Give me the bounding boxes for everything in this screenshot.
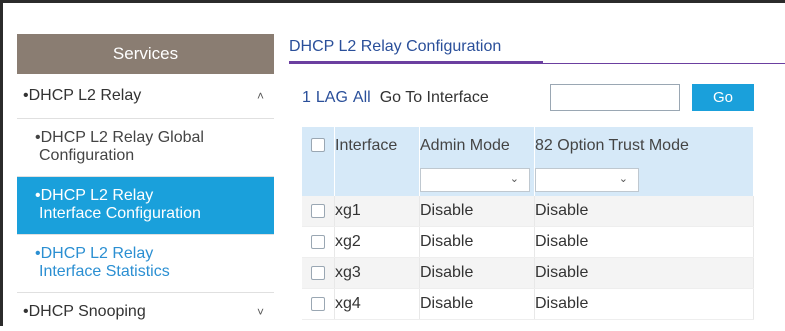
cell-interface: xg1	[334, 196, 420, 227]
column-header-trust-mode[interactable]: 82 Option Trust Mode	[534, 127, 754, 164]
table-header-row: Interface Admin Mode 82 Option Trust Mod…	[302, 127, 754, 164]
row-checkbox[interactable]	[311, 203, 325, 218]
cell-admin-mode: Disable	[419, 226, 535, 258]
sidebar-item-label-line2: Interface Configuration	[39, 205, 201, 222]
sidebar-item-label-line2: Interface Statistics	[39, 263, 170, 280]
sidebar-item-interface-statistics[interactable]: •DHCP L2 Relay Interface Statistics	[17, 235, 274, 293]
table-row[interactable]: xg4 Disable Disable	[302, 288, 754, 320]
goto-interface-label: Go To Interface	[379, 89, 489, 106]
goto-interface-input[interactable]	[550, 84, 680, 111]
chevron-down-icon[interactable]: ˅	[257, 305, 264, 319]
sidebar-item-dhcp-l2-relay[interactable]: •DHCP L2 Relay ˄	[17, 74, 274, 119]
column-header-interface[interactable]: Interface	[334, 127, 420, 164]
window-frame-top	[0, 0, 785, 3]
table-row[interactable]: xg2 Disable Disable	[302, 226, 754, 258]
sidebar: Services •DHCP L2 Relay ˄ •DHCP L2 Relay…	[17, 34, 274, 331]
chevron-down-icon: ⌄	[509, 173, 519, 185]
select-all-cell	[302, 127, 335, 164]
sidebar-item-label-line2: Configuration	[39, 147, 135, 164]
sidebar-item-label-line1: DHCP L2 Relay Global	[40, 129, 204, 146]
cell-interface: xg4	[334, 288, 420, 320]
interface-table: Interface Admin Mode 82 Option Trust Mod…	[302, 127, 754, 320]
cell-admin-mode: Disable	[419, 257, 535, 289]
cell-trust-mode: Disable	[534, 226, 754, 258]
filter-unit-1[interactable]: 1	[302, 89, 311, 107]
cell-admin-mode: Disable	[419, 196, 535, 227]
go-button[interactable]: Go	[692, 84, 754, 111]
admin-mode-filter-select[interactable]: ⌄	[420, 168, 530, 192]
cell-trust-mode: Disable	[534, 196, 754, 227]
cell-trust-mode: Disable	[534, 257, 754, 289]
sidebar-item-label-line1: DHCP L2 Relay	[40, 187, 154, 204]
row-checkbox[interactable]	[311, 296, 325, 311]
row-checkbox[interactable]	[311, 265, 325, 280]
column-header-admin-mode[interactable]: Admin Mode	[419, 127, 535, 164]
window-frame-left	[0, 0, 3, 326]
cell-admin-mode: Disable	[419, 288, 535, 320]
cell-interface: xg2	[334, 226, 420, 258]
sidebar-item-global-configuration[interactable]: •DHCP L2 Relay Global Configuration	[17, 119, 274, 177]
table-filter-row: ⌄ ⌄	[302, 164, 754, 196]
title-underline	[289, 61, 543, 64]
select-all-checkbox[interactable]	[311, 138, 325, 153]
interface-filter-bar: 1 LAG All Go To Interface	[302, 86, 498, 110]
sidebar-item-interface-configuration[interactable]: •DHCP L2 Relay Interface Configuration	[17, 177, 274, 235]
sidebar-item-label: DHCP L2 Relay	[28, 87, 142, 104]
chevron-down-icon: ⌄	[618, 173, 628, 185]
filter-lag[interactable]: LAG	[316, 89, 348, 107]
sidebar-item-label: DHCP Snooping	[28, 303, 146, 320]
trust-mode-filter-select[interactable]: ⌄	[535, 168, 639, 192]
sidebar-header: Services	[17, 34, 274, 74]
cell-interface: xg3	[334, 257, 420, 289]
table-row[interactable]: xg1 Disable Disable	[302, 196, 754, 227]
table-row[interactable]: xg3 Disable Disable	[302, 257, 754, 289]
filter-all[interactable]: All	[353, 89, 371, 107]
row-checkbox[interactable]	[311, 234, 325, 249]
sidebar-item-label-line1: DHCP L2 Relay	[40, 245, 154, 262]
cell-trust-mode: Disable	[534, 288, 754, 320]
page-title: DHCP L2 Relay Configuration	[289, 38, 502, 55]
chevron-up-icon[interactable]: ˄	[257, 89, 264, 103]
sidebar-item-dhcp-snooping[interactable]: •DHCP Snooping ˅	[17, 293, 274, 331]
title-rule	[543, 63, 785, 64]
